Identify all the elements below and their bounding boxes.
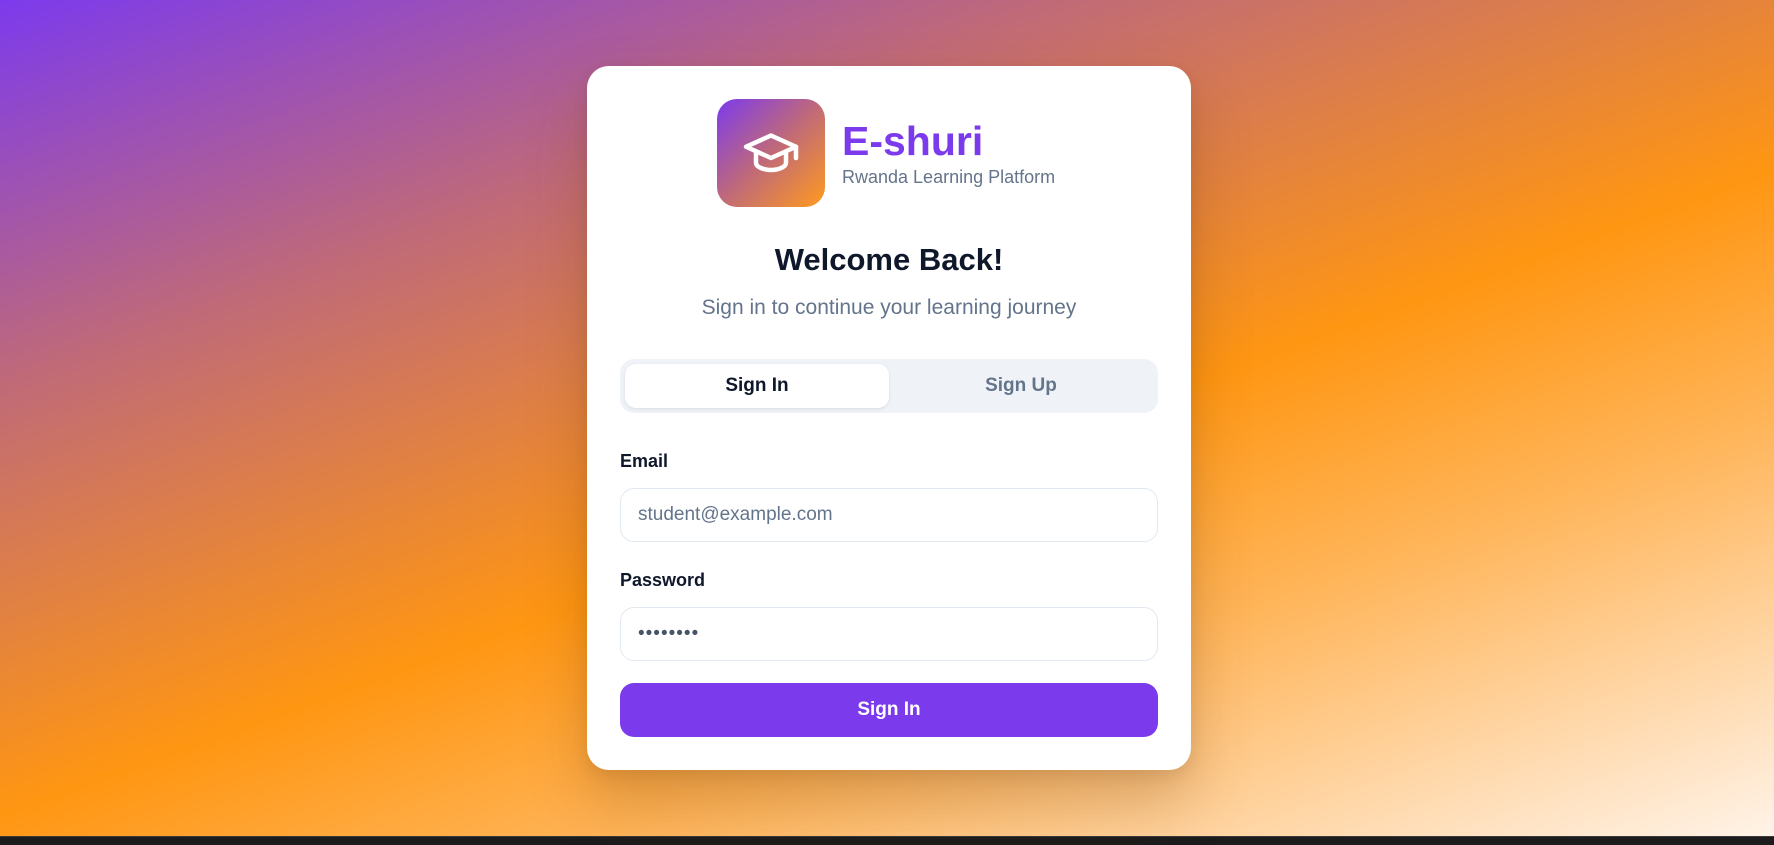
tab-sign-up[interactable]: Sign Up	[889, 364, 1153, 408]
password-label: Password	[620, 570, 706, 590]
auth-mode-tabs: Sign In Sign Up	[620, 359, 1158, 413]
sign-in-button[interactable]: Sign In	[620, 683, 1158, 737]
password-field[interactable]: ••••••••	[620, 607, 1158, 661]
brand-text: E-shuri Rwanda Learning Platform	[842, 118, 1055, 188]
brand-header: E-shuri Rwanda Learning Platform	[717, 99, 1055, 207]
brand-name: E-shuri	[842, 118, 984, 164]
page-subtitle: Sign in to continue your learning journe…	[701, 296, 1077, 319]
email-field[interactable]: student@example.com	[620, 488, 1158, 542]
tab-sign-in[interactable]: Sign In	[625, 364, 889, 408]
password-placeholder: ••••••••	[638, 623, 700, 644]
auth-card: E-shuri Rwanda Learning Platform Welcome…	[587, 66, 1191, 770]
page-title: Welcome Back!	[774, 242, 1004, 277]
email-label: Email	[620, 451, 669, 471]
brand-tagline: Rwanda Learning Platform	[842, 167, 1056, 187]
graduation-cap-icon	[717, 99, 825, 207]
email-placeholder: student@example.com	[638, 504, 833, 525]
